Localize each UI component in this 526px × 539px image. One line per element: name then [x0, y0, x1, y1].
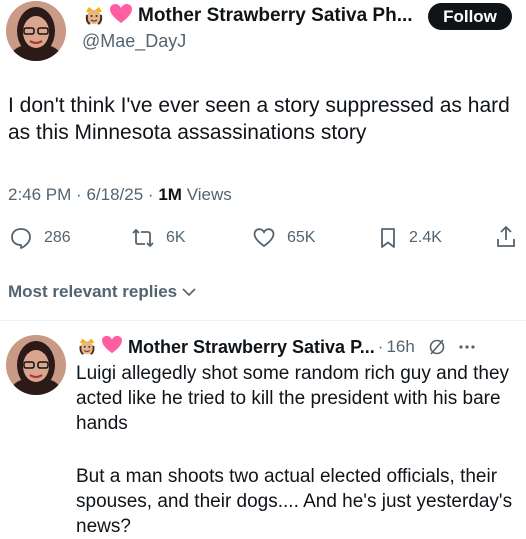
bookmark-icon [381, 228, 395, 248]
reply-count: 286 [44, 229, 71, 246]
crown-emoji-icon [82, 2, 106, 31]
divider [0, 320, 526, 321]
reply-paragraph-1: Luigi allegedly shot some random rich gu… [76, 363, 510, 434]
tweet-time[interactable]: 2:46 PM [8, 185, 71, 204]
share-button[interactable] [494, 224, 520, 252]
reply-age[interactable]: 16h [386, 337, 414, 357]
crown-emoji-icon [76, 334, 98, 361]
avatar-image [6, 1, 66, 61]
repost-count: 6K [166, 229, 186, 246]
reply-name-row: Mother Strawberry Sativa P... · 16h [76, 334, 522, 360]
repost-action[interactable]: 6K [130, 224, 186, 252]
reply-author-name[interactable]: Mother Strawberry Sativa P... [128, 337, 375, 358]
reply-icon [11, 228, 31, 249]
chevron-down-icon [182, 288, 196, 297]
replies-sort-dropdown[interactable]: Most relevant replies [8, 281, 197, 303]
like-icon [253, 228, 275, 248]
like-action[interactable]: 65K [251, 224, 315, 252]
follow-button[interactable]: Follow [428, 3, 512, 30]
more-icon[interactable] [457, 343, 477, 351]
share-icon [497, 225, 515, 247]
meta-separator: · [147, 185, 154, 204]
author-avatar[interactable] [6, 1, 66, 61]
grok-slash-icon[interactable] [427, 337, 447, 357]
pink-heart-icon [109, 3, 133, 30]
pink-heart-icon [101, 335, 123, 360]
meta-separator: · [377, 337, 384, 356]
tweet-date[interactable]: 6/18/25 [86, 185, 143, 204]
views-count: 1M [158, 185, 182, 204]
repost-icon [132, 228, 154, 248]
bookmark-action[interactable]: 2.4K [377, 224, 442, 252]
reply-action[interactable]: 286 [8, 224, 71, 252]
reply-paragraph-2: But a man shoots two actual elected offi… [76, 466, 513, 537]
author-name-row: Mother Strawberry Sativa Ph... [82, 3, 413, 29]
tweet-meta: 2:46 PM · 6/18/25 · 1M Views [8, 185, 232, 205]
meta-separator: · [76, 185, 82, 204]
tweet-text: I don't think I've ever seen a story sup… [8, 94, 510, 144]
replies-sort-label: Most relevant replies [8, 282, 178, 301]
views-label: Views [186, 185, 232, 204]
like-count: 65K [287, 229, 316, 246]
avatar-image [6, 335, 66, 395]
author-display-name[interactable]: Mother Strawberry Sativa Ph... [138, 5, 413, 27]
reply-author-avatar[interactable] [6, 335, 66, 395]
author-handle[interactable]: @Mae_DayJ [82, 31, 186, 52]
bookmark-count: 2.4K [409, 229, 442, 246]
